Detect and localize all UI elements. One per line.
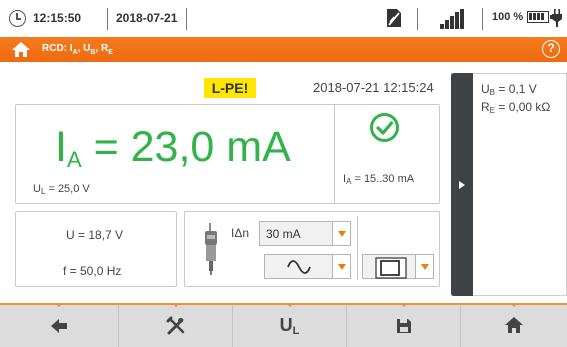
- check-circle-icon: [370, 113, 399, 142]
- idn-label: IΔn: [231, 226, 250, 240]
- back-button[interactable]: [0, 303, 119, 347]
- chevron-down-icon[interactable]: [332, 222, 350, 245]
- rcd-probe-icon: [205, 223, 217, 275]
- square-wave-icon: [375, 257, 407, 279]
- title-bar: RCD: IA, UB, RE ?: [0, 37, 567, 62]
- re-value: RE = 0,00 kΩ: [481, 100, 551, 115]
- idn-dropdown-value: 30 mA: [266, 227, 301, 241]
- home-icon[interactable]: [11, 41, 31, 58]
- frequency-value: f = 50,0 Hz: [63, 264, 122, 278]
- settings-tools-icon: [166, 316, 184, 335]
- sd-card-icon: [387, 9, 401, 27]
- status-separator: [482, 8, 483, 30]
- main-result-value: IA = 23,0 mA: [55, 123, 291, 172]
- battery-percent: 100 %: [492, 11, 524, 23]
- ub-value: UB = 0,1 V: [481, 82, 537, 97]
- home-button[interactable]: [461, 303, 567, 347]
- help-icon[interactable]: ?: [542, 40, 560, 58]
- home-icon: [505, 317, 523, 333]
- settings-button[interactable]: [119, 303, 233, 347]
- plug-icon: [552, 9, 562, 27]
- chevron-down-icon[interactable]: [332, 255, 350, 278]
- mode-badge: L-PE!: [204, 78, 256, 98]
- screen-title: RCD: IA, UB, RE: [42, 43, 113, 56]
- idn-dropdown[interactable]: 30 mA: [259, 221, 351, 246]
- chevron-right-icon[interactable]: [459, 181, 465, 189]
- divider: [357, 216, 358, 280]
- measurement-datetime: 2018-07-21 12:15:24: [313, 80, 434, 95]
- back-arrow-icon: [51, 319, 67, 333]
- signal-icon: [440, 9, 464, 29]
- voltage-value: U = 18,7 V: [66, 228, 124, 242]
- divider: [334, 104, 335, 204]
- clock-icon: [9, 10, 26, 27]
- status-time: 12:15:50: [33, 11, 82, 25]
- ia-range-label: IA = 15..30 mA: [343, 173, 415, 186]
- ul-button[interactable]: UL: [233, 303, 347, 347]
- status-bar: 12:15:50 2018-07-21 100 %: [0, 0, 567, 37]
- status-separator: [417, 8, 418, 30]
- battery-icon: [527, 11, 552, 23]
- sine-wave-icon: [287, 260, 311, 274]
- ul-limit-label: UL = 25,0 V: [33, 183, 90, 196]
- status-date: 2018-07-21: [116, 11, 178, 25]
- chevron-down-icon[interactable]: [415, 255, 433, 278]
- bottom-toolbar: UL: [0, 303, 567, 347]
- save-button[interactable]: [347, 303, 461, 347]
- save-icon: [396, 319, 411, 333]
- ul-button-label: UL: [279, 315, 300, 337]
- status-separator: [107, 8, 108, 30]
- status-separator: [186, 8, 187, 30]
